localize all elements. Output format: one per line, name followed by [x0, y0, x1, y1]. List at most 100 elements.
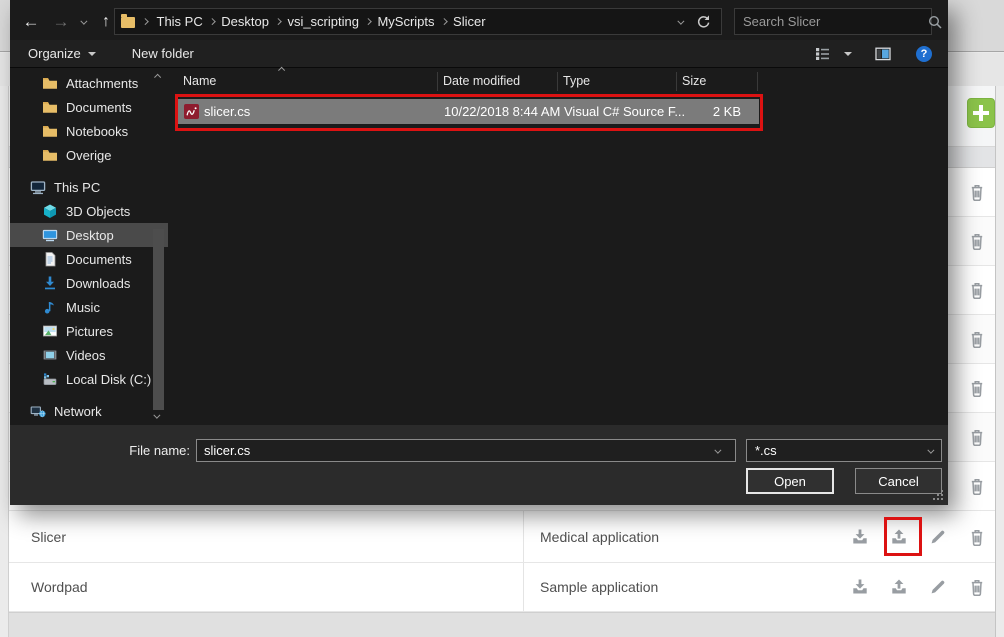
application-name: Wordpad — [31, 563, 88, 611]
cancel-button[interactable]: Cancel — [855, 468, 942, 494]
sidebar-item-label: Desktop — [66, 228, 114, 243]
folder-icon — [42, 75, 58, 91]
column-header-size[interactable]: Size — [682, 74, 706, 88]
edit-button[interactable] — [928, 527, 948, 547]
folder-icon — [121, 17, 135, 28]
upload-button[interactable] — [889, 527, 909, 547]
sidebar-item-videos[interactable]: Videos — [10, 343, 168, 367]
breadcrumb-slicer[interactable]: Slicer — [446, 14, 493, 29]
edit-button[interactable] — [928, 577, 948, 597]
sidebar-item-label: This PC — [54, 180, 100, 195]
sidebar-scrollbar[interactable] — [151, 69, 167, 425]
view-dropdown-triangle-icon[interactable] — [844, 52, 852, 56]
cancel-button-label: Cancel — [878, 474, 918, 489]
new-folder-button[interactable]: New folder — [132, 46, 194, 61]
upload-icon — [889, 577, 909, 597]
recent-locations-chevron-icon[interactable] — [76, 8, 92, 35]
upload-button[interactable] — [889, 577, 909, 597]
view-details-icon[interactable] — [815, 46, 831, 62]
sidebar-item-music[interactable]: Music — [10, 295, 168, 319]
delete-button[interactable] — [967, 231, 987, 251]
sidebar-item-3d-objects[interactable]: 3D Objects — [10, 199, 168, 223]
sidebar-item-this-pc[interactable]: This PC — [10, 175, 168, 199]
sidebar-item-label: Documents — [66, 100, 132, 115]
delete-button[interactable] — [967, 182, 987, 202]
organize-label: Organize — [28, 46, 81, 61]
delete-button[interactable] — [967, 527, 987, 547]
sidebar-item-label: Attachments — [66, 76, 138, 91]
delete-button[interactable] — [967, 378, 987, 398]
file-type-filter-select[interactable]: *.cs — [746, 439, 942, 462]
file-list-header: Name Date modified Type Size — [175, 70, 948, 93]
column-header-type[interactable]: Type — [563, 74, 590, 88]
sidebar-item-label: Network — [54, 404, 102, 419]
search-input[interactable] — [735, 14, 927, 29]
organize-menu[interactable]: Organize — [28, 46, 96, 61]
sidebar-item-label: Documents — [66, 252, 132, 267]
file-name-input[interactable] — [196, 439, 736, 462]
delete-button[interactable] — [967, 577, 987, 597]
download-arrow-icon — [42, 275, 58, 291]
delete-button[interactable] — [967, 476, 987, 496]
folder-icon — [42, 99, 58, 115]
delete-button[interactable] — [967, 280, 987, 300]
sidebar-item-local-disk[interactable]: Local Disk (C:) — [10, 367, 168, 391]
help-icon[interactable] — [916, 46, 932, 62]
column-header-date-modified[interactable]: Date modified — [443, 74, 520, 88]
document-icon — [42, 251, 58, 267]
csharp-file-icon — [184, 104, 199, 119]
sidebar-item-label: Videos — [66, 348, 106, 363]
delete-button[interactable] — [967, 329, 987, 349]
download-button[interactable] — [850, 527, 870, 547]
trash-icon — [967, 577, 987, 597]
new-folder-label: New folder — [132, 46, 194, 61]
breadcrumb-vsi-scripting[interactable]: vsi_scripting — [280, 14, 366, 29]
trash-icon — [967, 427, 987, 447]
sidebar-item-downloads[interactable]: Downloads — [10, 271, 168, 295]
sidebar-item-overige[interactable]: Overige — [10, 143, 168, 167]
panel-footer-band — [9, 612, 995, 637]
trash-icon — [967, 378, 987, 398]
sidebar-item-documents-qa[interactable]: Documents — [10, 95, 168, 119]
sidebar-item-label: Notebooks — [66, 124, 128, 139]
back-icon[interactable] — [18, 8, 44, 35]
breadcrumb-this-pc[interactable]: This PC — [150, 14, 210, 29]
filter-value: *.cs — [755, 443, 777, 458]
sidebar-item-desktop[interactable]: Desktop — [10, 223, 168, 247]
dropdown-triangle-icon — [88, 52, 96, 56]
scroll-down-icon[interactable] — [154, 412, 160, 418]
open-button[interactable]: Open — [746, 468, 834, 494]
breadcrumb-desktop[interactable]: Desktop — [214, 14, 276, 29]
sidebar-item-documents[interactable]: Documents — [10, 247, 168, 271]
network-icon — [30, 403, 46, 419]
file-date-modified: 10/22/2018 8:44 AM — [444, 104, 560, 119]
pencil-icon — [928, 527, 948, 547]
address-bar[interactable]: This PC Desktop vsi_scripting MyScripts … — [114, 8, 722, 35]
dialog-footer: File name: *.cs Open Cancel — [10, 425, 948, 505]
desktop-icon — [42, 227, 58, 243]
download-button[interactable] — [850, 577, 870, 597]
screen: Slicer Medical application Wordpad Sampl… — [0, 0, 1004, 637]
breadcrumb-myscripts[interactable]: MyScripts — [370, 14, 441, 29]
scrollbar-thumb[interactable] — [153, 229, 164, 410]
resize-grip[interactable] — [941, 498, 943, 500]
trash-icon — [967, 280, 987, 300]
scroll-up-icon[interactable] — [154, 74, 160, 80]
delete-button[interactable] — [967, 427, 987, 447]
breadcrumb-chevron-icon — [142, 18, 148, 24]
sidebar-item-pictures[interactable]: Pictures — [10, 319, 168, 343]
address-dropdown-chevron-icon[interactable] — [678, 18, 684, 24]
file-row-slicer-cs[interactable]: slicer.cs 10/22/2018 8:44 AM Visual C# S… — [176, 99, 759, 124]
dialog-toolbar: Organize New folder — [10, 40, 948, 68]
preview-pane-icon[interactable] — [875, 47, 891, 61]
sidebar-item-attachments[interactable]: Attachments — [10, 71, 168, 95]
open-button-label: Open — [774, 474, 806, 489]
add-application-button[interactable] — [967, 98, 995, 128]
table-row-slicer: Slicer Medical application — [9, 511, 995, 563]
sidebar-item-network[interactable]: Network — [10, 399, 168, 423]
sidebar-item-notebooks[interactable]: Notebooks — [10, 119, 168, 143]
forward-icon[interactable] — [48, 8, 74, 35]
column-header-name[interactable]: Name — [183, 74, 216, 88]
refresh-icon[interactable] — [695, 14, 711, 30]
pencil-icon — [928, 577, 948, 597]
